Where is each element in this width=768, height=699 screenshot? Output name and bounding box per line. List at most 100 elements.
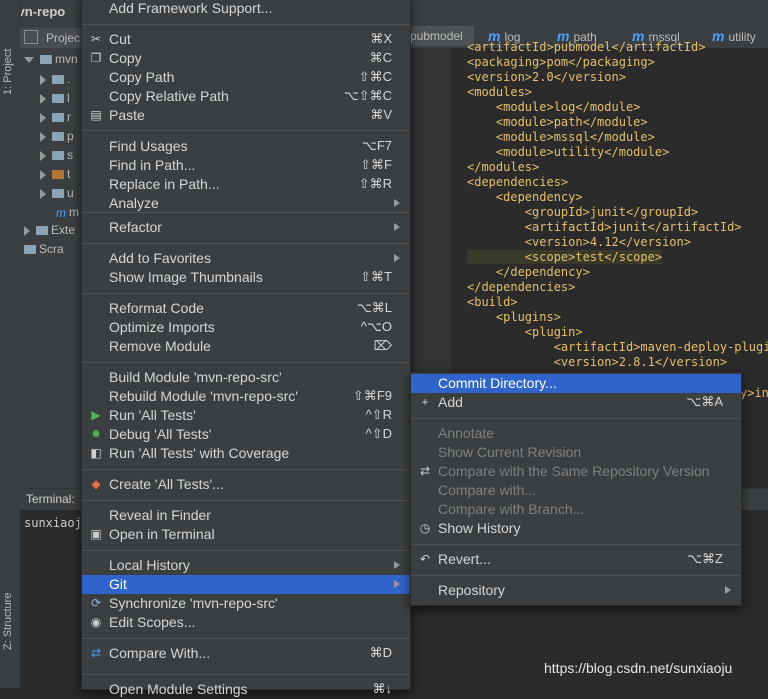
- shortcut-label: ⌥⇧⌘C: [343, 88, 392, 103]
- menu-item-create-all-tests[interactable]: ◆ Create 'All Tests'...: [82, 475, 410, 494]
- chevron-right-icon[interactable]: [40, 74, 46, 85]
- menu-item-optimize-imports[interactable]: Optimize Imports ^⌥O: [82, 318, 410, 337]
- menu-item-add-framework-support[interactable]: Add Framework Support...: [82, 0, 410, 18]
- menu-separator: [411, 575, 741, 576]
- menu-item-open-module-settings[interactable]: Open Module Settings ⌘↓: [82, 680, 410, 699]
- menu-item-rebuild-module-mvn-repo-src[interactable]: Rebuild Module 'mvn-repo-src' ⇧⌘F9: [82, 387, 410, 406]
- watermark: https://blog.csdn.net/sunxiaoju: [544, 660, 733, 676]
- tab-utility[interactable]: m utility: [712, 28, 756, 44]
- code-line: <dependency>: [467, 190, 583, 204]
- menu-item-analyze[interactable]: Analyze: [82, 194, 410, 213]
- menu-item-label: Find in Path...: [109, 157, 196, 173]
- code-line: <plugins>: [467, 310, 561, 324]
- run-icon: ▶: [91, 408, 101, 422]
- menu-item-add-to-favorites[interactable]: Add to Favorites: [82, 249, 410, 268]
- code-line: <dependencies>: [467, 175, 569, 189]
- menu-item-label: Run 'All Tests': [109, 407, 196, 423]
- tree-item-label: t: [67, 167, 71, 181]
- menu-item-revert[interactable]: ↶ Revert... ⌥⌘Z: [411, 550, 741, 569]
- menu-separator: [411, 544, 741, 545]
- shortcut-label: ⇧⌘T: [360, 269, 392, 284]
- shortcut-label: ⌥⌘L: [356, 300, 392, 315]
- menu-item-add[interactable]: + Add ⌥⌘A: [411, 393, 741, 412]
- chevron-right-icon[interactable]: [40, 150, 46, 161]
- tree-item[interactable]: u: [40, 186, 74, 204]
- menu-item-run-all-tests[interactable]: ▶ Run 'All Tests' ^⇧R: [82, 406, 410, 425]
- menu-separator: [82, 24, 410, 25]
- chevron-right-icon[interactable]: [24, 225, 30, 236]
- menu-item-compare-with[interactable]: ⇄ Compare With... ⌘D: [82, 644, 410, 663]
- tree-item[interactable]: t: [40, 167, 70, 185]
- structure-tool-button[interactable]: Z: Structure: [2, 593, 14, 650]
- shortcut-label: ⇧⌘F: [360, 157, 392, 172]
- menu-item-git[interactable]: Git: [82, 575, 410, 594]
- chevron-right-icon[interactable]: [40, 93, 46, 104]
- menu-item-compare-with: Compare with...: [411, 481, 741, 500]
- tree-item[interactable]: mm: [40, 205, 79, 223]
- menu-item-debug-all-tests[interactable]: ✹ Debug 'All Tests' ^⇧D: [82, 425, 410, 444]
- shortcut-label: ^⇧R: [365, 407, 392, 422]
- code-line: </modules>: [467, 160, 540, 174]
- chevron-right-icon[interactable]: [40, 169, 46, 180]
- tree-item[interactable]: s: [40, 148, 73, 166]
- tree-item[interactable]: mvn: [24, 52, 78, 70]
- menu-item-cut[interactable]: ✂ Cut ⌘X: [82, 30, 410, 49]
- menu-item-label: Paste: [109, 107, 145, 123]
- menu-item-copy-relative-path[interactable]: Copy Relative Path ⌥⇧⌘C: [82, 87, 410, 106]
- tree-item[interactable]: l: [40, 91, 70, 109]
- project-tool-button[interactable]: 1: Project: [2, 49, 14, 95]
- terminal-label[interactable]: Terminal:: [26, 492, 75, 506]
- menu-item-replace-in-path[interactable]: Replace in Path... ⇧⌘R: [82, 175, 410, 194]
- shortcut-label: ⌥⌘A: [686, 394, 723, 409]
- menu-item-label: Git: [109, 576, 127, 592]
- menu-item-show-history[interactable]: ◷ Show History: [411, 519, 741, 538]
- menu-separator: [82, 550, 410, 551]
- menu-item-label: Compare with...: [438, 482, 537, 498]
- menu-item-reveal-in-finder[interactable]: Reveal in Finder: [82, 506, 410, 525]
- scopes-icon: ◉: [90, 615, 102, 629]
- menu-item-paste[interactable]: ▤ Paste ⌘V: [82, 106, 410, 125]
- code-line: <module>mssql</module>: [467, 130, 655, 144]
- menu-item-edit-scopes[interactable]: ◉ Edit Scopes...: [82, 613, 410, 632]
- tree-item-label: p: [67, 129, 74, 143]
- menu-item-compare-with-the-same-repository-version: ⇄ Compare with the Same Repository Versio…: [411, 462, 741, 481]
- menu-separator: [82, 500, 410, 501]
- submenu-arrow-icon: [394, 223, 400, 231]
- menu-item-build-module-mvn-repo-src[interactable]: Build Module 'mvn-repo-src': [82, 368, 410, 387]
- debug-icon: ✹: [90, 427, 102, 441]
- chevron-right-icon[interactable]: [40, 188, 46, 199]
- menu-item-copy-path[interactable]: Copy Path ⇧⌘C: [82, 68, 410, 87]
- code-line: <groupId>junit</groupId>: [467, 205, 699, 219]
- menu-item-label: Find Usages: [109, 138, 188, 154]
- chevron-right-icon[interactable]: [40, 112, 46, 123]
- tab-pubmodel[interactable]: pubmodel: [410, 26, 474, 46]
- shortcut-label: ⌥F7: [361, 138, 392, 153]
- tree-item-label: .: [67, 72, 71, 86]
- menu-item-repository[interactable]: Repository: [411, 581, 741, 600]
- tree-item[interactable]: Exte: [24, 223, 75, 241]
- tree-item[interactable]: r: [40, 110, 71, 128]
- menu-item-remove-module[interactable]: Remove Module ⌦: [82, 337, 410, 356]
- menu-item-local-history[interactable]: Local History: [82, 556, 410, 575]
- menu-item-label: Analyze: [109, 195, 159, 211]
- tree-item[interactable]: Scra: [24, 242, 64, 260]
- menu-item-find-in-path[interactable]: Find in Path... ⇧⌘F: [82, 156, 410, 175]
- submenu-arrow-icon: [394, 199, 400, 207]
- menu-item-copy[interactable]: ❐ Copy ⌘C: [82, 49, 410, 68]
- menu-item-run-all-tests-with-coverage[interactable]: ◧ Run 'All Tests' with Coverage: [82, 444, 410, 463]
- shortcut-label: ⇧⌘F9: [352, 388, 392, 403]
- menu-item-open-in-terminal[interactable]: ▣ Open in Terminal: [82, 525, 410, 544]
- menu-item-label: Open in Terminal: [109, 526, 215, 542]
- chevron-right-icon[interactable]: [40, 131, 46, 142]
- menu-item-synchronize-mvn-repo-src[interactable]: ⟳ Synchronize 'mvn-repo-src': [82, 594, 410, 613]
- menu-item-commit-directory[interactable]: Commit Directory...: [411, 374, 741, 393]
- menu-item-show-image-thumbnails[interactable]: Show Image Thumbnails ⇧⌘T: [82, 268, 410, 287]
- menu-item-reformat-code[interactable]: Reformat Code ⌥⌘L: [82, 299, 410, 318]
- menu-item-find-usages[interactable]: Find Usages ⌥F7: [82, 137, 410, 156]
- menu-item-refactor[interactable]: Refactor: [82, 218, 410, 237]
- folder-icon: [52, 189, 64, 199]
- tree-item[interactable]: .: [40, 72, 70, 90]
- chevron-down-icon[interactable]: [24, 56, 34, 63]
- shortcut-label: ⌘X: [370, 31, 392, 46]
- tree-item[interactable]: p: [40, 129, 74, 147]
